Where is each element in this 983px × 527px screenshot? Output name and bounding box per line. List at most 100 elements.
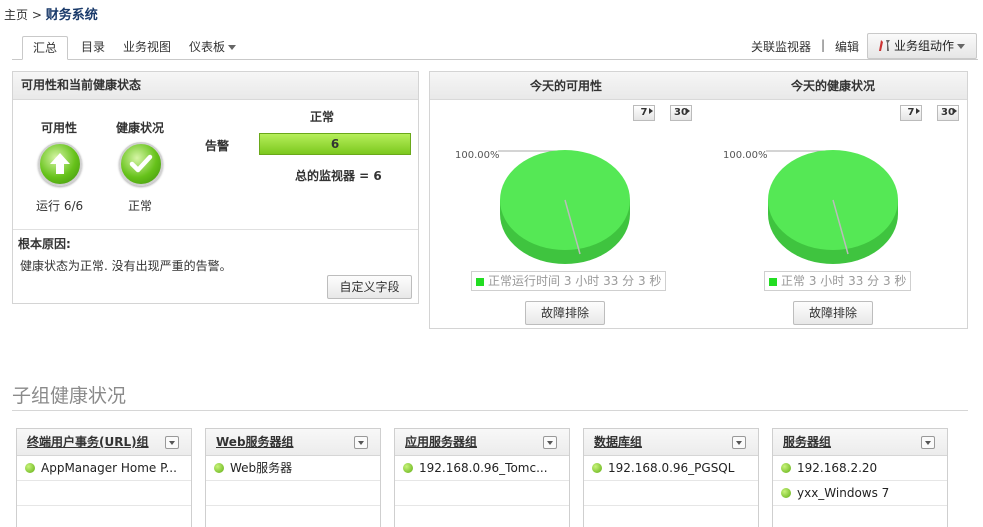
availability-troubleshoot-button[interactable]: 故障排除	[525, 301, 605, 325]
list-item-empty	[584, 481, 758, 506]
breadcrumb-separator: >	[31, 8, 42, 22]
availability-status-icon[interactable]	[38, 142, 82, 186]
tab-business-view-label: 业务视图	[123, 40, 172, 54]
health-troubleshoot-button[interactable]: 故障排除	[793, 301, 873, 325]
list-item[interactable]: Web服务器	[206, 456, 380, 481]
chevron-down-icon	[957, 44, 966, 49]
tab-summary-label: 汇总	[33, 41, 58, 55]
group-actions-label: 业务组动作	[894, 39, 955, 53]
health-legend-text: 正常 3 小时 33 分 3 秒	[781, 274, 907, 288]
group-title-link[interactable]: 应用服务器组	[405, 435, 477, 449]
tab-bar: 汇总 目录 业务视图 仪表板 关联监视器 | 编辑 业务组动作	[12, 32, 978, 60]
divider	[12, 410, 968, 411]
health-30-days-button[interactable]: 30	[937, 105, 959, 121]
root-cause-label: 根本原因:	[18, 237, 71, 251]
custom-fields-button[interactable]: 自定义字段	[327, 275, 412, 299]
availability-7-days-label: 7	[640, 107, 648, 118]
edit-link[interactable]: 编辑	[835, 38, 859, 55]
group-card-header: 数据库组	[584, 429, 758, 456]
today-panel: 今天的可用性 今天的健康状况 7 30 7 30 100.00% 正常运行时间 …	[429, 71, 968, 329]
list-item[interactable]: AppManager Home P...	[17, 456, 191, 481]
list-item-empty	[773, 506, 947, 527]
availability-status-text: 运行 6/6	[36, 199, 84, 213]
alarm-count: 6	[330, 137, 340, 151]
today-panel-header	[430, 72, 967, 100]
group-title-link[interactable]: 终端用户事务(URL)组	[27, 435, 149, 449]
today-health-title: 今天的健康状况	[790, 79, 875, 93]
legend-swatch	[769, 277, 777, 286]
list-item[interactable]: 192.168.2.20	[773, 456, 947, 481]
health-panel-title: 可用性和当前健康状态	[13, 72, 418, 100]
health-panel: 可用性和当前健康状态 可用性 健康状况 运行 6/6 正常 正常 告警 6 总的…	[12, 71, 419, 304]
availability-legend: 正常运行时间 3 小时 33 分 3 秒	[471, 271, 667, 291]
play-icon	[916, 108, 920, 114]
list-item-label: 192.168.0.96_PGSQL	[608, 461, 735, 475]
list-item-empty	[17, 506, 191, 527]
list-item-label: AppManager Home P...	[41, 461, 177, 475]
tab-business-view[interactable]: 业务视图	[123, 36, 171, 60]
tab-dashboard-label: 仪表板	[189, 40, 226, 54]
availability-7-days-button[interactable]: 7	[633, 105, 655, 121]
status-dot-icon	[25, 463, 35, 473]
chevron-down-icon[interactable]	[165, 436, 179, 449]
chevron-down-icon[interactable]	[732, 436, 746, 449]
list-item-label: 192.168.0.96_Tomc...	[419, 461, 548, 475]
chevron-down-icon[interactable]	[921, 436, 935, 449]
alarm-header: 正常	[310, 110, 335, 124]
play-icon	[649, 108, 653, 114]
health-status-text: 正常	[128, 199, 153, 213]
health-label: 健康状况	[116, 121, 165, 135]
breadcrumb: 主页 > 财务系统	[4, 4, 98, 23]
group-card-server: 服务器组 192.168.2.20 yxx_Windows 7	[772, 428, 948, 527]
list-item[interactable]: 192.168.0.96_PGSQL	[584, 456, 758, 481]
toolbar-separator: |	[821, 38, 826, 52]
health-status-icon[interactable]	[119, 142, 163, 186]
chevron-down-icon	[228, 45, 237, 50]
health-pie-chart[interactable]	[758, 142, 908, 267]
availability-label: 可用性	[41, 121, 78, 135]
status-dot-icon	[781, 463, 791, 473]
play-icon	[686, 108, 690, 114]
group-card-app-server: 应用服务器组 192.168.0.96_Tomc...	[394, 428, 570, 527]
health-legend: 正常 3 小时 33 分 3 秒	[764, 271, 912, 291]
tab-summary[interactable]: 汇总	[22, 36, 69, 60]
list-item-empty	[395, 506, 569, 527]
health-7-days-label: 7	[907, 107, 915, 118]
availability-30-days-button[interactable]: 30	[670, 105, 692, 121]
list-item-empty	[395, 481, 569, 506]
subgroup-section-title: 子组健康状况	[12, 385, 127, 407]
tools-icon	[879, 40, 890, 51]
list-item[interactable]: yxx_Windows 7	[773, 481, 947, 506]
group-title-link[interactable]: 服务器组	[783, 435, 831, 449]
list-item-label: yxx_Windows 7	[797, 486, 890, 500]
breadcrumb-home[interactable]: 主页	[4, 8, 28, 22]
total-monitors: 总的监视器 = 6	[295, 169, 382, 183]
play-icon	[953, 108, 957, 114]
tab-catalog-label: 目录	[81, 40, 106, 54]
list-item-empty	[17, 481, 191, 506]
divider	[13, 229, 418, 230]
list-item-label: Web服务器	[230, 461, 293, 475]
group-card-database: 数据库组 192.168.0.96_PGSQL	[583, 428, 759, 527]
chevron-down-icon[interactable]	[354, 436, 368, 449]
group-card-url: 终端用户事务(URL)组 AppManager Home P...	[16, 428, 192, 527]
health-7-days-button[interactable]: 7	[900, 105, 922, 121]
availability-pie-chart[interactable]	[490, 142, 640, 267]
status-dot-icon	[781, 488, 791, 498]
availability-legend-text: 正常运行时间 3 小时 33 分 3 秒	[488, 274, 662, 288]
chevron-down-icon[interactable]	[543, 436, 557, 449]
group-card-header: 服务器组	[773, 429, 947, 456]
group-title-link[interactable]: Web服务器组	[216, 435, 294, 449]
checkmark-icon	[129, 154, 153, 173]
tab-dashboard[interactable]: 仪表板	[189, 36, 237, 60]
group-title-link[interactable]: 数据库组	[594, 435, 642, 449]
group-actions-button[interactable]: 业务组动作	[867, 33, 977, 59]
group-card-web: Web服务器组 Web服务器	[205, 428, 381, 527]
link-monitor-link[interactable]: 关联监视器	[751, 38, 811, 55]
alarm-count-bar[interactable]: 6	[259, 133, 411, 155]
group-card-header: 终端用户事务(URL)组	[17, 429, 191, 456]
tab-catalog[interactable]: 目录	[81, 36, 105, 60]
arrow-up-icon	[50, 153, 70, 174]
status-dot-icon	[403, 463, 413, 473]
list-item[interactable]: 192.168.0.96_Tomc...	[395, 456, 569, 481]
